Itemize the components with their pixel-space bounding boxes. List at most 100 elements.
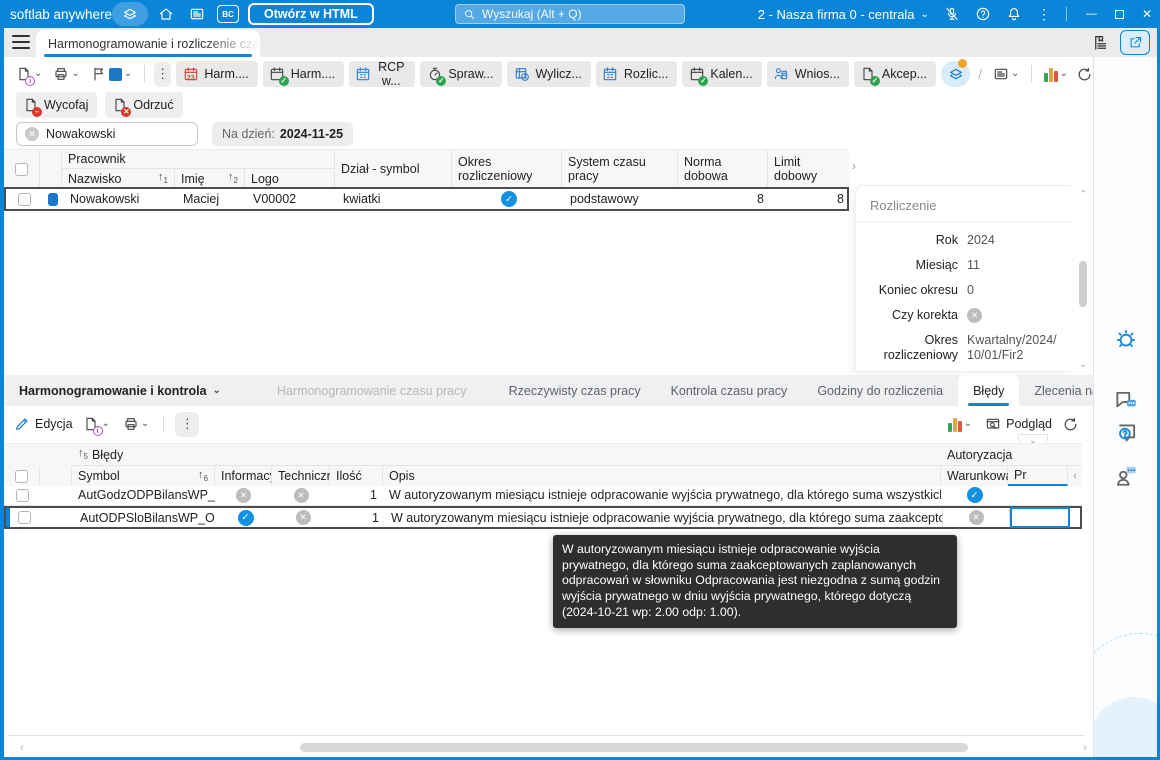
column-header-informacyjny[interactable]: Informacyjny [215, 466, 272, 486]
views-button[interactable] [941, 59, 971, 87]
action-rozlicz-button[interactable]: Rozlic... [595, 61, 678, 87]
vertical-scrollbar[interactable]: ⌄ ⌄ [1075, 185, 1091, 372]
employee-search-input[interactable] [46, 127, 189, 141]
tab-godziny-do-rozliczenia[interactable]: Godziny do rozliczenia [802, 375, 958, 406]
action-akceptuj-button[interactable]: ✓ Akcep... [853, 61, 937, 87]
bc-badge[interactable]: BC [217, 5, 239, 23]
wycofaj-button[interactable]: – Wycofaj [16, 92, 98, 118]
tab-rzeczywisty-czas-pracy[interactable]: Rzeczywisty czas pracy [494, 375, 656, 406]
tab-list-icon[interactable] [1092, 34, 1110, 52]
ideas-lightbulb-icon[interactable] [1112, 325, 1140, 353]
notifications-bell-icon[interactable] [1006, 6, 1022, 22]
flag-marker-button[interactable]: ⌄ [88, 63, 135, 85]
column-header-nazwisko[interactable]: Nazwisko ↑1 [62, 169, 175, 188]
refresh-icon[interactable] [1062, 416, 1079, 433]
date-filter-chip[interactable]: Na dzień: 2024-11-25 [212, 122, 354, 146]
column-header-limit[interactable]: Limit dobowy [768, 150, 848, 188]
error-row-selected[interactable]: AutODPSloBilansWP_O ✓ ✕ 1 W autoryzowany… [4, 506, 1082, 529]
chat-feedback-icon[interactable] [1112, 387, 1140, 415]
scrollbar-thumb[interactable] [300, 743, 968, 752]
divider [8, 735, 1085, 736]
scroll-down-icon[interactable]: ⌄ [1079, 359, 1087, 370]
global-search[interactable] [455, 4, 685, 24]
column-scroll-left-icon[interactable]: ‹ [1068, 466, 1082, 486]
print-button[interactable]: ⌄ [50, 63, 82, 85]
window-close-button[interactable]: ✕ [1142, 7, 1152, 21]
cell-ilosc: 1 [370, 488, 377, 502]
contact-person-icon[interactable] [1112, 461, 1140, 489]
more-actions-button[interactable]: ⋮ [153, 61, 172, 87]
select-all-cell[interactable] [4, 466, 40, 486]
column-header-ilosc[interactable]: Ilość [330, 466, 383, 486]
tab-harmonogramowanie[interactable]: Harmonogramowanie i rozliczenie czas [36, 30, 260, 57]
scroll-left-icon[interactable]: ‹ [20, 740, 24, 754]
horizontal-scrollbar[interactable]: ‹ › [4, 740, 1093, 755]
overflow-menu-icon[interactable]: ⋮ [1037, 6, 1051, 23]
column-header-techniczny[interactable]: Techniczny [272, 466, 340, 486]
clear-search-icon[interactable]: ✕ [25, 127, 39, 141]
help-icon[interactable] [975, 6, 991, 22]
employee-row-selected[interactable]: Nowakowski Maciej V00002 kwiatki ✓ podst… [4, 187, 849, 211]
news-icon[interactable] [186, 2, 208, 26]
chart-button[interactable]: ⌄ [945, 414, 975, 435]
scrollbar-thumb[interactable] [1079, 261, 1087, 307]
row-checkbox[interactable] [17, 192, 31, 206]
new-document-button[interactable]: i ⌄ [80, 413, 113, 436]
edycja-button[interactable]: Edycja [14, 416, 73, 432]
window-minimize-button[interactable]: — [1086, 8, 1097, 20]
column-header-system[interactable]: System czasu pracy [562, 150, 678, 188]
workspaces-button[interactable] [112, 2, 148, 26]
more-actions-button[interactable]: ⋮ [175, 411, 200, 437]
help-bubble-icon[interactable] [1112, 419, 1140, 447]
select-all-cell[interactable] [4, 150, 40, 188]
column-header-logo[interactable]: Logo [245, 169, 335, 188]
microphone-muted-icon[interactable] [944, 6, 960, 22]
field-value: Kwartalny/2024/10/01/Fir2 [967, 333, 1057, 362]
column-header-opis[interactable]: Opis [383, 466, 941, 486]
tab-kontrola-czasu-pracy[interactable]: Kontrola czasu pracy [656, 375, 803, 406]
row-checkbox[interactable] [15, 488, 29, 502]
podglad-button[interactable]: Podgląd [985, 416, 1052, 432]
action-wniosek-button[interactable]: Wnios... [766, 61, 849, 87]
column-scroll-right-icon[interactable]: › [852, 159, 856, 173]
print-button[interactable]: ⌄ [120, 413, 152, 435]
column-header-norma[interactable]: Norma dobowa [678, 150, 768, 188]
menu-hamburger-button[interactable] [12, 35, 30, 49]
page-layout-button[interactable]: ⌄ [990, 63, 1022, 85]
cell-opis: W autoryzowanym miesiącu istnieje odprac… [389, 488, 941, 502]
action-harmonogram-button[interactable]: 23 Harm.... [176, 61, 258, 87]
column-header-imie[interactable]: Imię ↑2 [175, 169, 245, 188]
action-sprawdz-button[interactable]: ✓ Spraw... [420, 61, 503, 87]
column-header-pr[interactable]: Pr [1008, 466, 1068, 486]
chart-button[interactable]: ⌄ [1041, 64, 1071, 85]
share-view-button[interactable] [1120, 30, 1150, 55]
window-maximize-button[interactable] [1114, 9, 1124, 19]
company-selector[interactable]: 2 - Nasza firma 0 - centrala ⌄ [758, 7, 929, 22]
view-selector-harmonogramowanie-i-kontrola[interactable]: Harmonogramowanie i kontrola ⌄ [16, 375, 236, 406]
selected-cell[interactable] [1010, 507, 1070, 528]
column-header-dzial[interactable]: Dział - symbol [335, 150, 452, 188]
open-in-html-button[interactable]: Otwórz w HTML [248, 3, 374, 25]
scroll-right-icon[interactable]: › [1083, 740, 1087, 754]
odrzuc-button[interactable]: ✕ Odrzuć [105, 92, 183, 118]
column-header-symbol[interactable]: Symbol ↑6 [72, 466, 215, 486]
global-search-input[interactable] [482, 7, 677, 21]
column-header-okres[interactable]: Okres rozliczeniowy [452, 150, 562, 188]
refresh-icon[interactable] [1076, 66, 1093, 83]
new-document-button[interactable]: i ⌄ [12, 63, 45, 86]
action-kalendarz-button[interactable]: ✓ Kalen... [682, 61, 762, 87]
action-wylicz-button[interactable]: Wylicz... [507, 61, 591, 87]
employee-search[interactable]: ✕ [16, 122, 198, 146]
tab-bledy-active[interactable]: Błędy [958, 375, 1020, 406]
select-all-checkbox[interactable] [15, 469, 28, 483]
action-rcp-button[interactable]: RCP w... [349, 60, 416, 88]
select-all-checkbox[interactable] [15, 162, 28, 176]
error-row[interactable]: AutGodzODPBilansWP_O ✕ ✕ 1 W autoryzowan… [4, 485, 1082, 506]
tab-harmonogramowanie-czasu-pracy[interactable]: Harmonogramowanie czasu pracy [262, 375, 482, 406]
home-icon[interactable] [155, 2, 177, 26]
scroll-up-icon[interactable]: ⌄ [1079, 187, 1087, 198]
action-harmonogram2-button[interactable]: ✓ Harm.... [262, 61, 345, 87]
row-checkbox[interactable] [17, 511, 31, 524]
column-header-warunkowa[interactable]: Warunkowa [941, 466, 1013, 486]
assistant-sidebar [1093, 57, 1157, 757]
